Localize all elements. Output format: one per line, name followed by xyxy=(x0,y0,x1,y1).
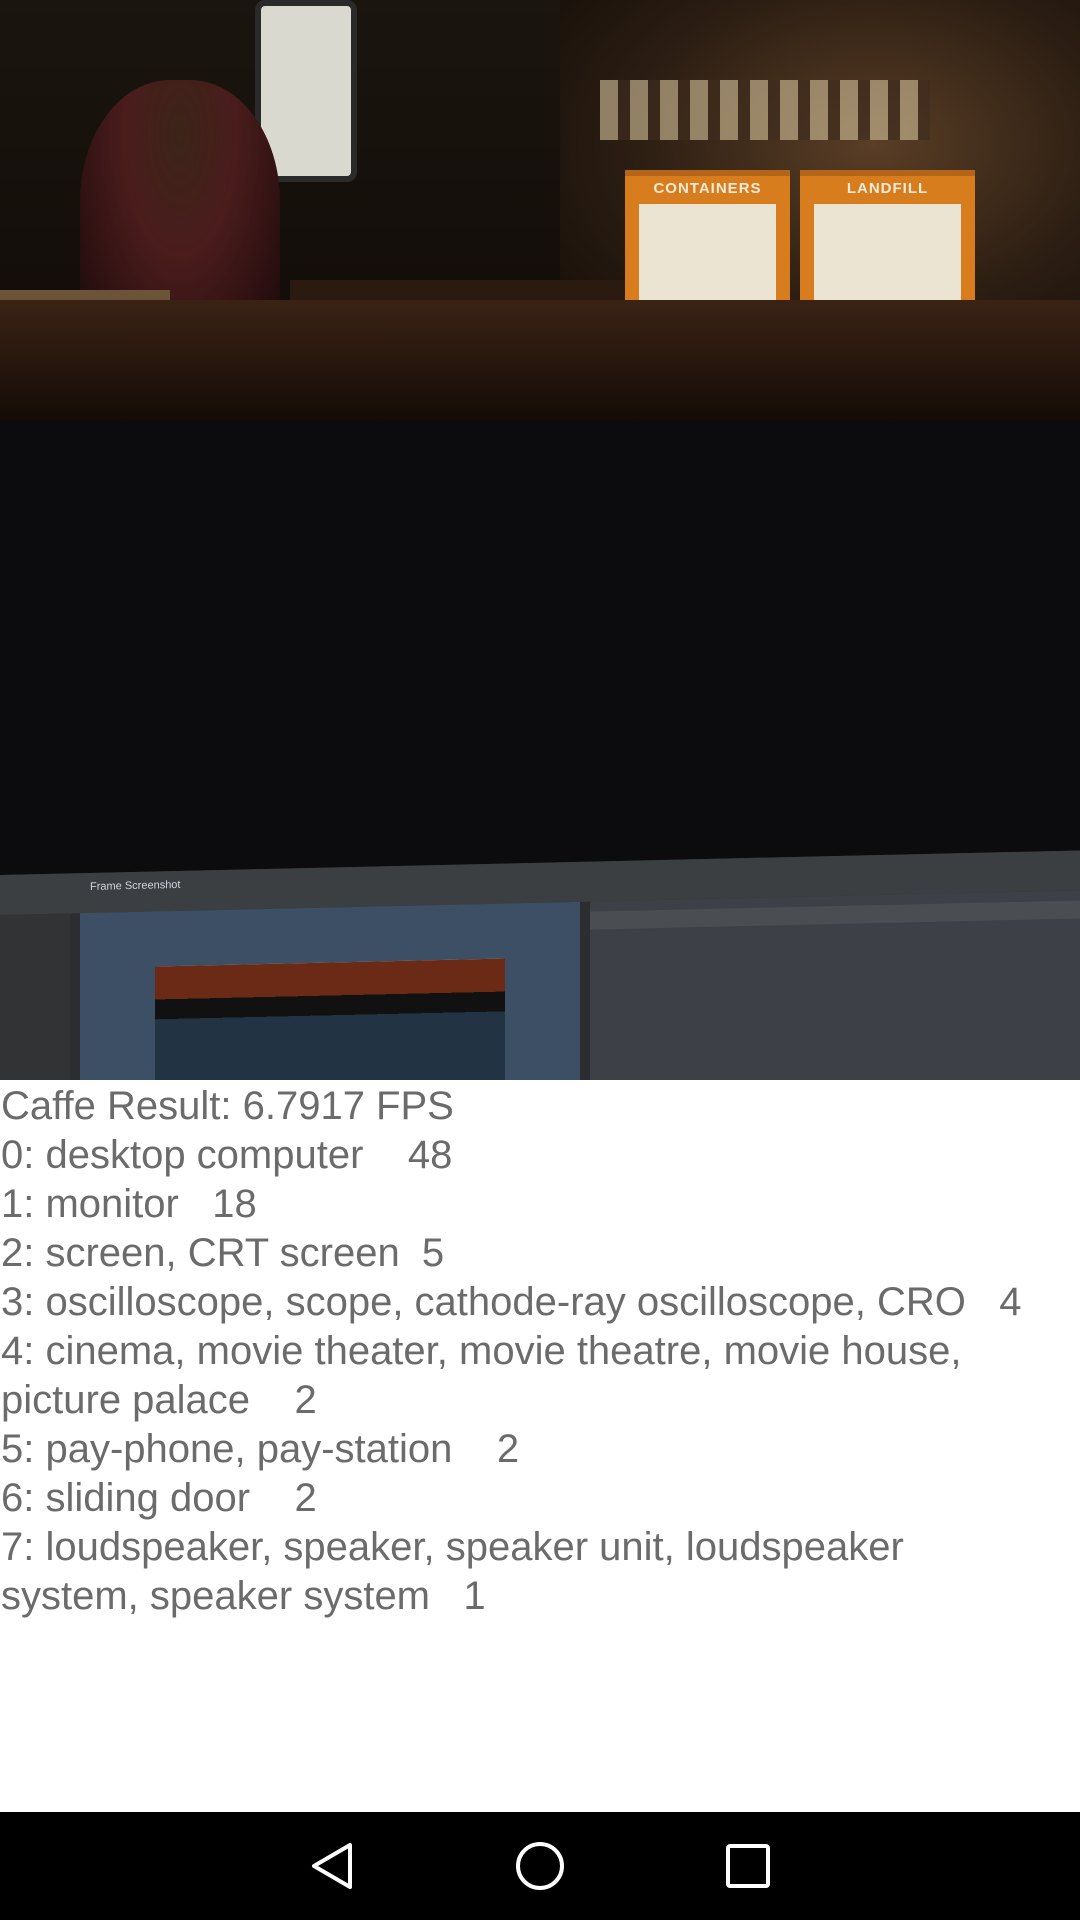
prediction-line: 6: sliding door 2 xyxy=(1,1476,317,1520)
containers-sign: CONTAINERS xyxy=(653,180,762,197)
laptop-screen: Frame Screenshot xyxy=(0,420,1080,1080)
floor xyxy=(0,300,1080,420)
camera-preview: CONTAINERS LANDFILL Frame Screenshot xyxy=(0,0,1080,1080)
prediction-line: 1: monitor 18 xyxy=(1,1182,257,1226)
back-icon xyxy=(312,1843,352,1889)
back-button[interactable] xyxy=(304,1838,360,1894)
prediction-line: 2: screen, CRT screen 5 xyxy=(1,1231,445,1275)
home-icon xyxy=(516,1842,564,1890)
navigation-bar xyxy=(0,1812,1080,1920)
screenshot-preview xyxy=(155,958,505,1080)
home-button[interactable] xyxy=(512,1838,568,1894)
results-text: Caffe Result: 6.7917 FPS 0: desktop comp… xyxy=(0,1082,1080,1621)
prediction-line: 7: loudspeaker, speaker, speaker unit, l… xyxy=(1,1525,904,1618)
android-studio-window: Frame Screenshot xyxy=(0,850,1080,1080)
prediction-line: 0: desktop computer 48 xyxy=(1,1133,453,1177)
prediction-line: 5: pay-phone, pay-station 2 xyxy=(1,1427,520,1471)
prediction-line: 3: oscilloscope, scope, cathode-ray osci… xyxy=(1,1280,1022,1324)
screenshot-dialog-title: Frame Screenshot xyxy=(90,878,181,893)
shelf-items xyxy=(600,80,930,140)
studio-sidebar xyxy=(0,913,70,1080)
screenshot-dialog xyxy=(80,901,580,1080)
recents-icon xyxy=(726,1844,770,1888)
results-header: Caffe Result: 6.7917 FPS xyxy=(1,1084,454,1128)
prediction-line: 4: cinema, movie theater, movie theatre,… xyxy=(1,1329,962,1422)
recents-button[interactable] xyxy=(720,1838,776,1894)
layout-editor xyxy=(590,890,1080,1080)
landfill-sign: LANDFILL xyxy=(846,180,929,197)
